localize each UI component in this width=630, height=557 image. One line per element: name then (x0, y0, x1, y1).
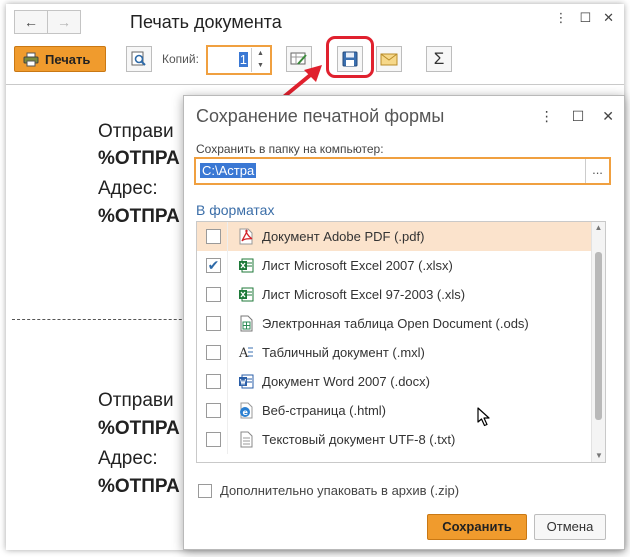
format-label: Документ Adobe PDF (.pdf) (262, 229, 425, 244)
sum-button[interactable]: Σ (426, 46, 452, 72)
envelope-icon (380, 53, 398, 65)
copies-value: 1 (238, 52, 248, 67)
excel-icon (238, 257, 254, 274)
navigation-group: ← → (14, 10, 81, 34)
close-icon[interactable]: ✕ (603, 10, 614, 26)
row-divider (227, 222, 228, 251)
doc-text: Отправи (98, 390, 174, 411)
formats-list[interactable]: Документ Adobe PDF (.pdf) ✔ Лист Microsoft… (196, 221, 606, 463)
txt-icon (238, 431, 254, 448)
format-label: Лист Microsoft Excel 97-2003 (.xls) (262, 287, 466, 302)
format-checkbox[interactable]: ✔ (206, 258, 221, 273)
format-row[interactable]: Текстовый документ UTF-8 (.txt) (197, 425, 591, 454)
save-button-highlight (326, 36, 374, 78)
preview-button[interactable] (126, 46, 152, 72)
doc-text: Отправи (98, 121, 174, 142)
dialog-controls: ⋮ ☐ ✕ (540, 108, 614, 125)
back-button[interactable]: ← (14, 10, 48, 34)
format-checkbox[interactable] (206, 432, 221, 447)
forward-button[interactable]: → (47, 10, 81, 34)
cancel-button[interactable]: Отмена (534, 514, 606, 540)
copies-input[interactable]: 1 ▲ ▼ (206, 45, 272, 75)
copies-spinner[interactable]: ▲ ▼ (251, 48, 269, 72)
doc-text: %ОТПРА (98, 206, 180, 227)
zip-checkbox[interactable] (198, 483, 212, 498)
row-divider (227, 251, 228, 280)
page-separator (12, 319, 202, 320)
doc-text: Адрес: (98, 448, 158, 469)
row-divider (227, 309, 228, 338)
format-checkbox[interactable] (206, 403, 221, 418)
print-button[interactable]: Печать (14, 46, 106, 72)
format-label: Веб-страница (.html) (262, 403, 387, 418)
browse-button[interactable]: ... (585, 159, 609, 183)
doc-text: %ОТПРА (98, 476, 180, 497)
excel-icon (238, 286, 254, 303)
maximize-icon[interactable]: ☐ (572, 108, 585, 125)
folder-path-input[interactable]: C:\Астра ... (194, 157, 611, 185)
doc-text: %ОТПРА (98, 148, 180, 169)
row-divider (227, 280, 228, 309)
row-divider (227, 338, 228, 367)
format-checkbox[interactable] (206, 287, 221, 302)
folder-path-value: C:\Астра (200, 163, 257, 178)
scroll-thumb[interactable] (595, 252, 602, 420)
window-actions: ⋮ ☐ ✕ (554, 10, 614, 26)
sum-icon: Σ (433, 49, 445, 68)
save-dialog-button[interactable]: Сохранить (427, 514, 527, 540)
window-title: Печать документа (130, 12, 282, 32)
close-icon[interactable]: ✕ (602, 108, 614, 125)
format-checkbox[interactable] (206, 229, 221, 244)
more-icon[interactable]: ⋮ (554, 10, 567, 26)
copies-label: Копий: (162, 52, 199, 66)
format-row[interactable]: Документ Adobe PDF (.pdf) (197, 222, 591, 251)
format-row[interactable]: ✔ Лист Microsoft Excel 2007 (.xlsx) (197, 251, 591, 280)
svg-text:e: e (243, 408, 249, 417)
format-row[interactable]: A Табличный документ (.mxl) (197, 338, 591, 367)
format-checkbox[interactable] (206, 374, 221, 389)
save-print-form-dialog: Сохранение печатной формы ⋮ ☐ ✕ Сохранит… (183, 95, 625, 550)
format-row[interactable]: Документ Word 2007 (.docx) (197, 367, 591, 396)
format-label: Электронная таблица Open Document (.ods) (262, 316, 529, 331)
zip-option[interactable]: Дополнительно упаковать в архив (.zip) (198, 483, 459, 498)
printer-icon (23, 52, 39, 66)
zip-label: Дополнительно упаковать в архив (.zip) (220, 483, 460, 498)
pdf-icon (238, 228, 254, 245)
maximize-icon[interactable]: ☐ (579, 10, 591, 26)
mxl-icon: A (238, 344, 254, 361)
arrow-left-icon: ← (24, 14, 38, 30)
doc-text: Адрес: (98, 178, 158, 199)
print-button-label: Печать (45, 51, 91, 67)
formats-title: В форматах (196, 202, 275, 218)
doc-text: %ОТПРА (98, 418, 180, 439)
row-divider (227, 425, 228, 454)
more-icon[interactable]: ⋮ (540, 108, 554, 125)
format-label: Документ Word 2007 (.docx) (262, 374, 430, 389)
format-label: Текстовый документ UTF-8 (.txt) (262, 432, 456, 447)
svg-text:A: A (238, 346, 249, 361)
word-icon (238, 373, 254, 390)
arrow-right-icon: → (57, 14, 71, 30)
magnifier-icon (131, 51, 146, 66)
scroll-down-icon[interactable]: ▼ (592, 450, 605, 462)
format-row[interactable]: Электронная таблица Open Document (.ods) (197, 309, 591, 338)
scroll-up-icon[interactable]: ▲ (592, 222, 605, 234)
format-label: Лист Microsoft Excel 2007 (.xlsx) (262, 258, 453, 273)
email-button[interactable] (376, 46, 402, 72)
spin-down-icon[interactable]: ▼ (252, 60, 269, 72)
format-label: Табличный документ (.mxl) (262, 345, 425, 360)
row-divider (227, 367, 228, 396)
format-checkbox[interactable] (206, 316, 221, 331)
dialog-title: Сохранение печатной формы (196, 106, 445, 126)
row-divider (227, 396, 228, 425)
spin-up-icon[interactable]: ▲ (252, 48, 269, 60)
folder-label: Сохранить в папку на компьютер: (196, 142, 384, 156)
ods-icon (238, 315, 254, 332)
html-icon: e (238, 402, 254, 419)
formats-scrollbar[interactable]: ▲ ▼ (591, 222, 605, 462)
format-checkbox[interactable] (206, 345, 221, 360)
format-row[interactable]: e Веб-страница (.html) (197, 396, 591, 425)
format-row[interactable]: Лист Microsoft Excel 97-2003 (.xls) (197, 280, 591, 309)
mouse-cursor-icon (477, 407, 490, 427)
